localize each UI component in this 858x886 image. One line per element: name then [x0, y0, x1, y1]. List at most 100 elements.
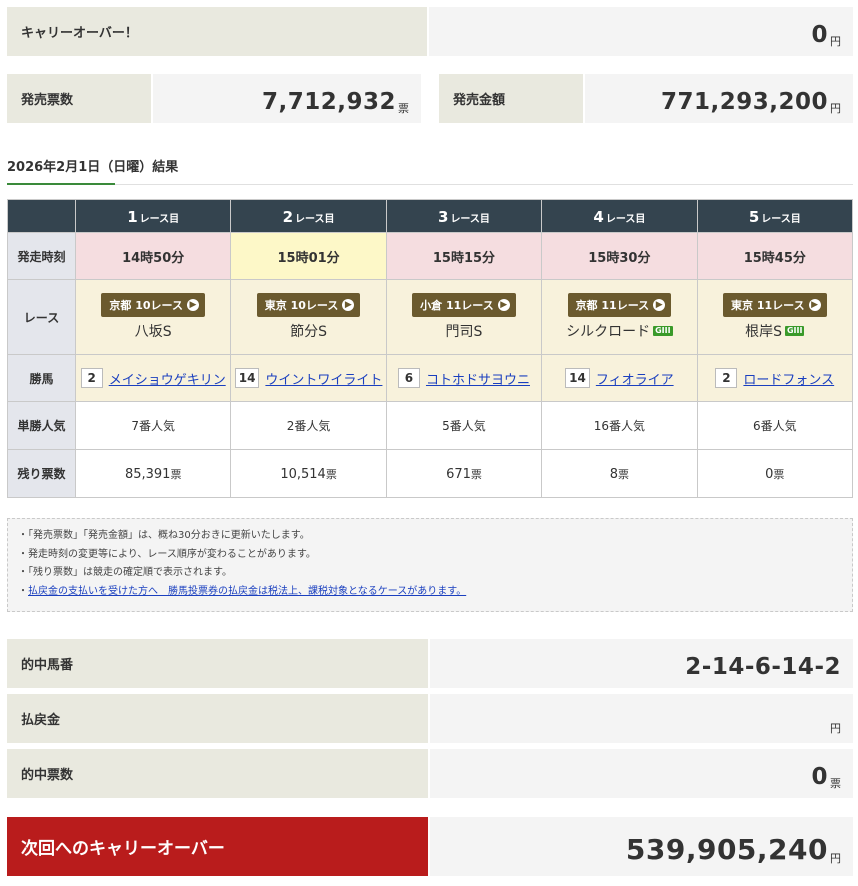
chevron-right-circle-icon: ▶ — [342, 299, 355, 311]
remaining-4: 8票 — [541, 449, 698, 498]
payout-row: 払戻金 円 — [7, 694, 853, 743]
popularity-1: 7番人気 — [74, 401, 232, 450]
horse-number-3: 6 — [397, 368, 420, 388]
sales-amount-value-box: 771,293,200 円 — [585, 74, 853, 123]
results-title: 2026年2月1日（日曜）結果 — [7, 160, 179, 175]
sales-count-row: 発売票数 7,712,932 票 — [7, 74, 421, 123]
venue-button-1[interactable]: 京都 10レース ▶ — [101, 293, 205, 317]
venue-button-5[interactable]: 東京 11レース ▶ — [722, 293, 827, 317]
row-label-popularity: 単勝人気 — [7, 401, 76, 450]
carryover-row: キャリーオーバー！ 0 円 — [7, 7, 853, 56]
race-cell-5: 東京 11レース ▶ 根岸S GIII — [696, 279, 854, 355]
remaining-3: 671票 — [385, 449, 543, 498]
sales-count-label: 発売票数 — [7, 74, 151, 123]
remaining-2: 10,514票 — [230, 449, 387, 498]
venue-button-4[interactable]: 京都 11レース ▶ — [567, 293, 672, 317]
start-time-5: 15時45分 — [696, 232, 854, 280]
carryover-value: 0 — [811, 22, 828, 48]
race-row: レース 京都 10レース ▶ 八坂S 東京 10レース ▶ 節分S 小倉 11レース… — [7, 279, 854, 355]
race-name-2: 節分S — [290, 324, 328, 340]
hit-count-unit: 票 — [830, 777, 841, 790]
race-header-row: 1 レース目 2 レース目 3 レース目 4 レース目 5 レース目 — [7, 199, 854, 233]
table-corner — [7, 199, 76, 233]
chevron-right-circle-icon: ▶ — [497, 299, 510, 311]
sales-amount-label: 発売金額 — [439, 74, 583, 123]
note-item: 「発売票数」「発売金額」は、概ね30分おきに更新いたします。 — [18, 527, 842, 546]
winner-cell-2: 14 ウイントワイライト — [230, 354, 387, 402]
row-label-remaining: 残り票数 — [7, 449, 76, 498]
horse-link-2[interactable]: ウイントワイライト — [265, 369, 382, 388]
next-carryover-label: 次回へのキャリーオーバー — [7, 817, 428, 876]
sales-amount-unit: 円 — [830, 102, 841, 115]
sales-amount-value: 771,293,200 — [660, 89, 828, 115]
popularity-5: 6番人気 — [696, 401, 854, 450]
payout-unit: 円 — [830, 722, 841, 735]
start-time-1: 14時50分 — [74, 232, 232, 280]
horse-number-5: 2 — [715, 368, 738, 388]
next-carryover-value: 539,905,240 — [625, 833, 828, 866]
section-divider — [7, 184, 853, 185]
horse-link-1[interactable]: メイショウゲキリン — [109, 369, 226, 388]
horse-number-2: 14 — [234, 368, 260, 388]
remaining-1: 85,391票 — [74, 449, 232, 498]
note-item-link: 払戻金の支払いを受けた方へ 勝馬投票券の払戻金は税法上、課税対象となるケースがあ… — [18, 583, 842, 602]
start-time-4: 15時30分 — [541, 232, 698, 280]
row-label-race: レース — [7, 279, 76, 355]
horse-link-3[interactable]: コトホドサヨウニ — [426, 369, 530, 388]
winner-cell-1: 2 メイショウゲキリン — [74, 354, 232, 402]
race-cell-3: 小倉 11レース ▶ 門司S — [385, 279, 543, 355]
hit-numbers-value: 2-14-6-14-2 — [685, 654, 841, 680]
race-header-5: 5 レース目 — [696, 199, 854, 233]
grade-badge-5: GIII — [784, 325, 805, 337]
hit-count-label: 的中票数 — [7, 749, 428, 798]
race-cell-4: 京都 11レース ▶ シルクロード GIII — [541, 279, 698, 355]
winner-cell-3: 6 コトホドサヨウニ — [385, 354, 543, 402]
carryover-unit: 円 — [830, 35, 841, 48]
race-cell-2: 東京 10レース ▶ 節分S — [230, 279, 387, 355]
race-name-5: 根岸S GIII — [745, 324, 805, 340]
start-time-2: 15時01分 — [230, 232, 387, 280]
popularity-3: 5番人気 — [385, 401, 543, 450]
section-divider-accent — [7, 183, 115, 185]
carryover-value-box: 0 円 — [429, 7, 853, 56]
race-header-1: 1 レース目 — [74, 199, 232, 233]
hit-numbers-value-box: 2-14-6-14-2 — [430, 639, 853, 688]
winner-cell-4: 14 フィオライア — [541, 354, 698, 402]
row-label-time: 発走時刻 — [7, 232, 76, 280]
start-time-3: 15時15分 — [385, 232, 543, 280]
popularity-4: 16番人気 — [541, 401, 698, 450]
races-table: 1 レース目 2 レース目 3 レース目 4 レース目 5 レース目 発走時刻 14時50… — [7, 199, 854, 498]
horse-number-1: 2 — [80, 368, 103, 388]
venue-button-3[interactable]: 小倉 11レース ▶ — [412, 293, 516, 317]
hit-count-value: 0 — [811, 764, 828, 790]
note-item: 発走時刻の変更等により、レース順序が変わることがあります。 — [18, 546, 842, 565]
hit-numbers-label: 的中馬番 — [7, 639, 428, 688]
hit-numbers-row: 的中馬番 2-14-6-14-2 — [7, 639, 853, 688]
carryover-label: キャリーオーバー！ — [7, 7, 427, 56]
chevron-right-circle-icon: ▶ — [808, 299, 821, 311]
remaining-5: 0票 — [696, 449, 854, 498]
popularity-2: 2番人気 — [230, 401, 387, 450]
race-header-3: 3 レース目 — [385, 199, 543, 233]
hit-count-value-box: 0 票 — [430, 749, 853, 798]
popularity-row: 単勝人気 7番人気 2番人気 5番人気 16番人気 6番人気 — [7, 401, 854, 450]
chevron-right-circle-icon: ▶ — [653, 299, 666, 311]
horse-link-5[interactable]: ロードフォンス — [743, 369, 834, 388]
row-label-winner: 勝馬 — [7, 354, 76, 402]
next-carryover-unit: 円 — [830, 852, 841, 865]
note-item: 「残り票数」は競走の確定順で表示されます。 — [18, 564, 842, 583]
venue-button-2[interactable]: 東京 10レース ▶ — [256, 293, 361, 317]
horse-number-4: 14 — [565, 368, 590, 388]
notes-box: 「発売票数」「発売金額」は、概ね30分おきに更新いたします。 発走時刻の変更等に… — [7, 518, 853, 612]
chevron-right-circle-icon: ▶ — [186, 299, 199, 311]
race-name-3: 門司S — [445, 324, 483, 340]
horse-link-4[interactable]: フィオライア — [596, 369, 674, 388]
race-header-2: 2 レース目 — [230, 199, 387, 233]
sales-amount-row: 発売金額 771,293,200 円 — [439, 74, 853, 123]
payout-value-box: 円 — [430, 694, 853, 743]
sales-count-unit: 票 — [398, 102, 409, 115]
race-name-1: 八坂S — [134, 324, 172, 340]
tax-notice-link[interactable]: 払戻金の支払いを受けた方へ 勝馬投票券の払戻金は税法上、課税対象となるケースがあ… — [28, 586, 466, 597]
winner-cell-5: 2 ロードフォンス — [696, 354, 854, 402]
next-carryover-value-box: 539,905,240 円 — [430, 817, 853, 876]
